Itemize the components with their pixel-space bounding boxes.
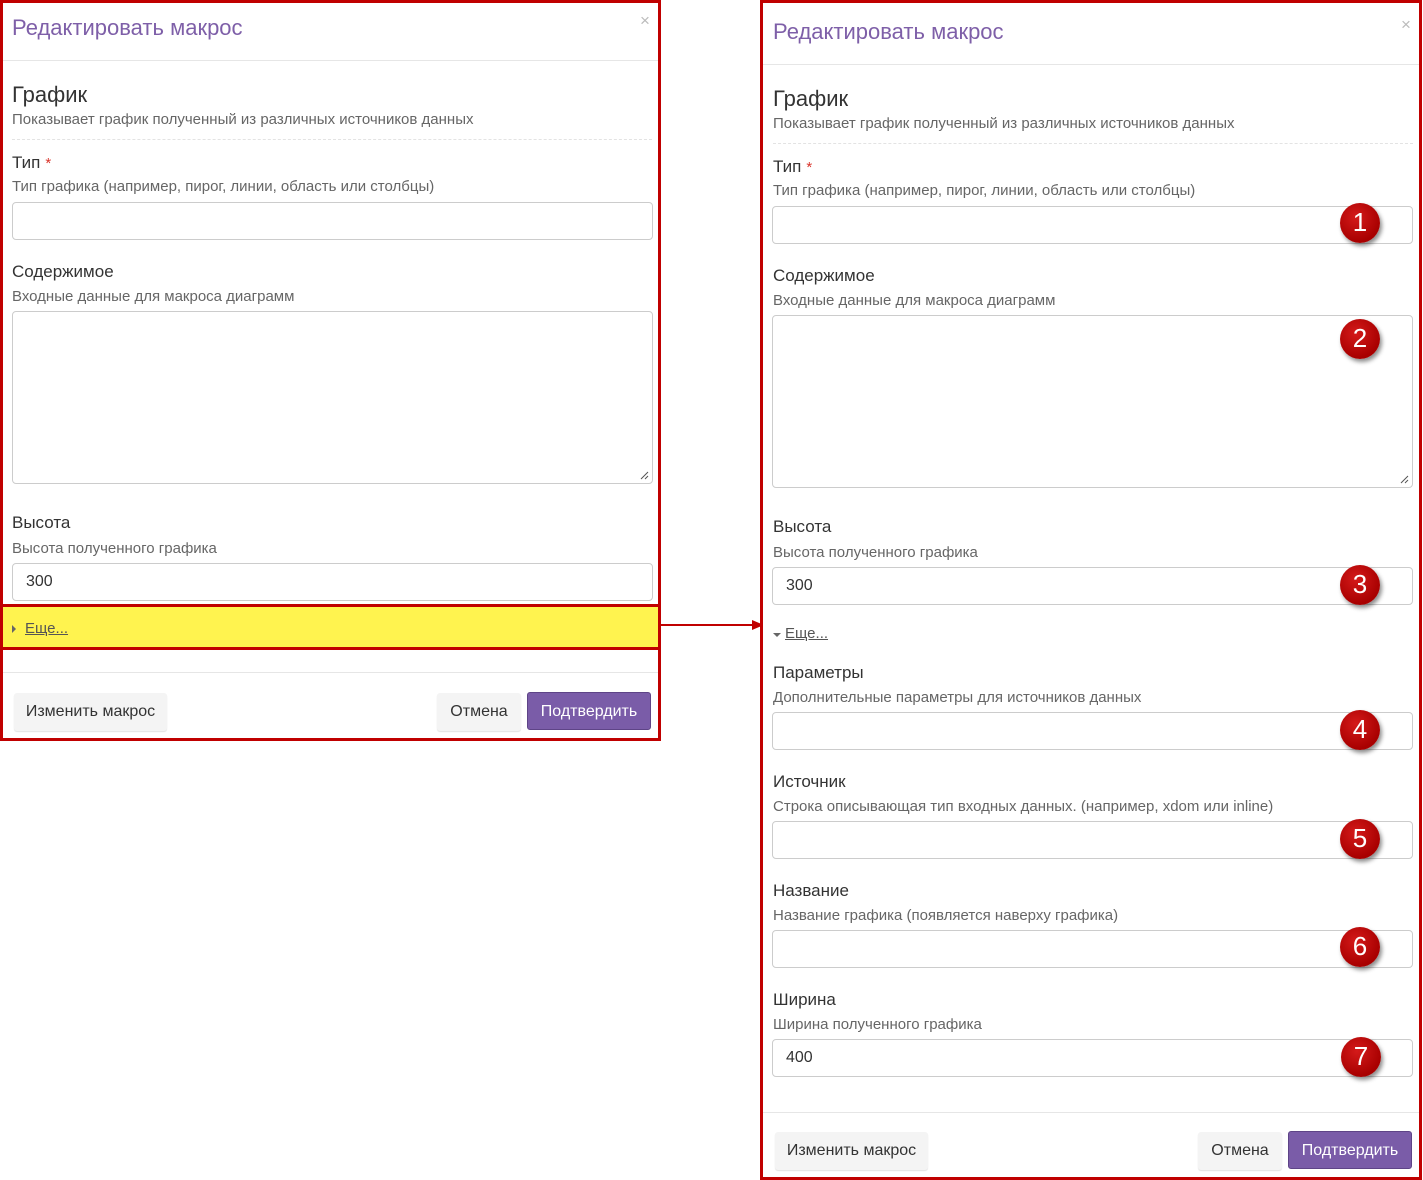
source-label: Источник xyxy=(773,772,846,791)
type-label: Тип * xyxy=(773,157,813,176)
badge-2: 2 xyxy=(1340,319,1380,359)
badge-7: 7 xyxy=(1341,1037,1381,1077)
content-label: Содержимое xyxy=(773,266,875,285)
section-divider xyxy=(773,143,1413,144)
badge-5: 5 xyxy=(1340,819,1380,859)
badge-6: 6 xyxy=(1340,927,1380,967)
badge-3: 3 xyxy=(1340,565,1380,605)
section-description: Показывает график полученный из различны… xyxy=(773,115,1235,132)
params-hint: Дополнительные параметры для источников … xyxy=(773,689,1142,706)
width-hint: Ширина полученного графика xyxy=(773,1016,982,1033)
badge-4: 4 xyxy=(1340,710,1380,750)
close-icon[interactable]: × xyxy=(1401,16,1411,33)
required-mark: * xyxy=(806,159,813,176)
name-label: Название xyxy=(773,881,849,900)
caret-down-icon xyxy=(773,633,781,637)
content-hint: Входные данные для макроса диаграмм xyxy=(773,292,1056,309)
width-input[interactable]: 400 xyxy=(772,1039,1413,1077)
type-input[interactable] xyxy=(772,206,1413,244)
type-hint: Тип графика (например, пирог, линии, обл… xyxy=(773,182,1196,199)
width-label: Ширина xyxy=(773,990,836,1009)
section-title: График xyxy=(773,86,849,111)
header-divider xyxy=(763,64,1419,65)
content-textarea[interactable] xyxy=(772,315,1413,488)
source-input[interactable] xyxy=(772,821,1413,859)
change-macro-button[interactable]: Изменить макрос xyxy=(775,1132,928,1170)
confirm-button[interactable]: Подтвердить xyxy=(1288,1131,1412,1169)
height-label: Высота xyxy=(773,517,832,536)
resize-grip-icon[interactable] xyxy=(1400,475,1409,484)
height-input[interactable]: 300 xyxy=(772,567,1413,605)
macro-dialog-expanded: Редактировать макрос × График Показывает… xyxy=(760,0,1422,1180)
cancel-button[interactable]: Отмена xyxy=(1198,1132,1282,1170)
name-hint: Название графика (появляется наверху гра… xyxy=(773,907,1119,924)
params-input[interactable] xyxy=(772,712,1413,750)
more-link[interactable]: Еще... xyxy=(785,625,828,642)
footer-divider xyxy=(763,1112,1419,1113)
name-input[interactable] xyxy=(772,930,1413,968)
source-hint: Строка описывающая тип входных данных. (… xyxy=(773,798,1274,815)
params-label: Параметры xyxy=(773,663,864,682)
badge-1: 1 xyxy=(1340,203,1380,243)
dialog-title: Редактировать макрос xyxy=(773,19,1004,44)
height-hint: Высота полученного графика xyxy=(773,544,978,561)
